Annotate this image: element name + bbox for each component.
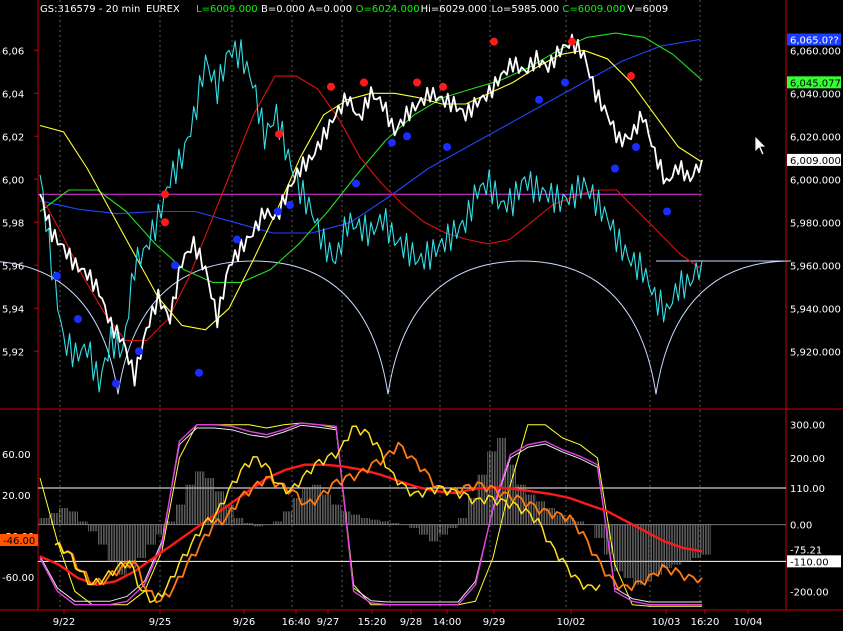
red-signal-dot — [413, 78, 421, 87]
x-axis-label: 9/28 — [400, 617, 422, 628]
blue-signal-dot — [443, 143, 451, 151]
header-instrument: GS:316579 - 20 min — [40, 4, 140, 15]
osc-tick-label-right: 300.00 — [790, 421, 825, 432]
red-signal-dot — [327, 82, 335, 91]
red-signal-dot — [568, 37, 576, 46]
blue-signal-dot — [663, 207, 671, 216]
osc-tick-label-right: 0.00 — [790, 521, 812, 532]
price-tick-label-right: 5,920.000 — [790, 347, 841, 358]
blue-signal-dot — [352, 179, 360, 188]
red-signal-dot — [627, 72, 635, 81]
osc-tick-label-left: 60.00 — [2, 450, 31, 461]
x-axis-label: 14:00 — [433, 617, 462, 628]
blue-signal-dot — [561, 78, 569, 87]
price-tick-label-left: 6,02 — [2, 132, 24, 143]
x-axis-label: 9/22 — [53, 617, 75, 628]
x-axis-label: 16:20 — [691, 617, 720, 628]
x-axis-label: 10/04 — [734, 617, 763, 628]
x-axis-label: 9/27 — [317, 617, 339, 628]
price-tick-label-left: 5,92 — [2, 347, 24, 358]
header-field: A=0.000 — [308, 4, 352, 15]
blue-signal-dot — [74, 315, 82, 323]
price-badge-label: 6,065.0?? — [790, 36, 839, 47]
header-field: B=0.000 — [261, 4, 305, 15]
red-signal-dot — [275, 130, 283, 139]
chart: GS:316579 - 20 min EUREX L=6009.000 B=0.0… — [0, 0, 843, 631]
red-signal-dot — [439, 82, 447, 91]
blue-signal-dot — [611, 164, 619, 173]
price-tick-label-left: 6,00 — [2, 175, 24, 186]
x-axis-label: 9/26 — [233, 617, 255, 628]
price-tick-label-right: 5,960.000 — [790, 261, 841, 272]
price-tick-label-right: 6,000.000 — [790, 175, 841, 186]
price-tick-label-left: 5,94 — [2, 304, 24, 315]
price-badge-label: 6,009.000 — [790, 156, 841, 167]
x-axis-label: 10/03 — [652, 617, 681, 628]
blue-signal-dot — [171, 261, 179, 270]
header-field: Hi=6029.000 — [421, 4, 487, 15]
blue-signal-dot — [135, 347, 143, 356]
price-tick-label-left: 5,98 — [2, 218, 24, 229]
header-field: Lo=5985.000 — [492, 4, 560, 15]
osc-badge-label: -110.00 — [790, 557, 829, 568]
red-signal-dot — [161, 190, 169, 199]
header-field: O=6024.000 — [356, 4, 420, 15]
price-tick-label-right: 5,940.000 — [790, 304, 841, 315]
osc-badge-label: -75.21 — [790, 546, 822, 557]
header-field: L=6009.000 — [196, 4, 258, 15]
red-signal-dot — [490, 37, 498, 46]
price-tick-label-right: 6,060.000 — [790, 46, 841, 57]
osc-badge-label: 110.00 — [790, 484, 825, 495]
x-axis-label: 9/25 — [149, 617, 171, 628]
red-signal-dot — [360, 78, 368, 87]
blue-signal-dot — [286, 201, 294, 210]
price-tick-label-right: 6,040.000 — [790, 89, 841, 100]
blue-signal-dot — [403, 132, 411, 141]
blue-signal-dot — [195, 368, 203, 377]
blue-signal-dot — [632, 143, 640, 151]
blue-signal-dot — [112, 379, 120, 388]
osc-tick-label-left: -60.00 — [2, 573, 34, 584]
blue-signal-dot — [388, 138, 396, 147]
price-tick-label-left: 6,06 — [2, 46, 24, 57]
header-fields: L=6009.000 B=0.000 A=0.000 O=6024.000 Hi=602… — [196, 4, 668, 15]
price-tick-label-right: 5,980.000 — [790, 218, 841, 229]
osc-tick-label-right: -200.00 — [790, 587, 829, 598]
price-tick-label-right: 6,020.000 — [790, 132, 841, 143]
x-axis-label: 10/02 — [557, 617, 586, 628]
red-signal-dot — [161, 218, 169, 227]
blue-signal-dot — [53, 272, 61, 280]
x-axis-label: 16:40 — [282, 617, 311, 628]
blue-signal-dot — [535, 95, 543, 104]
price-badge-label: 6,045.077 — [790, 78, 841, 89]
x-axis-label: 15:20 — [358, 617, 387, 628]
price-tick-label-left: 6,04 — [2, 89, 24, 100]
header-exchange: EUREX — [146, 4, 180, 15]
header-field: C=6009.000 — [562, 4, 625, 15]
osc-tick-label-left: 20.00 — [2, 491, 31, 502]
osc-tick-label-right: 200.00 — [790, 454, 825, 465]
price-tick-label-left: 5,96 — [2, 261, 24, 272]
x-axis-label: 9/29 — [483, 617, 505, 628]
header-field: V=6009 — [627, 4, 668, 15]
osc-badge-label: -46.00 — [3, 536, 35, 547]
blue-signal-dot — [233, 235, 241, 244]
blue-signal-dot — [274, 207, 282, 216]
chart-background — [0, 0, 843, 631]
